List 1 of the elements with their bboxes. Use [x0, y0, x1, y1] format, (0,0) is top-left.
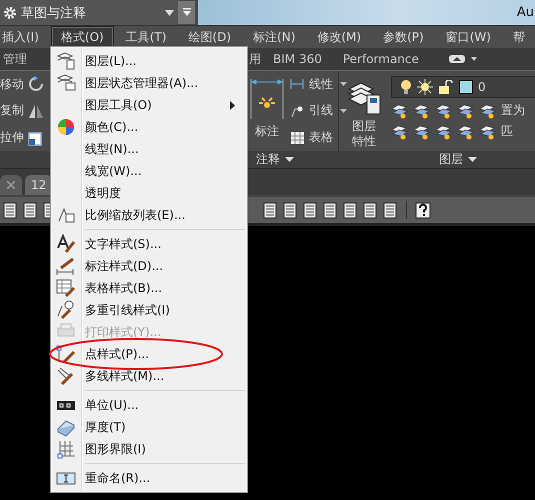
app-title: Au	[516, 5, 535, 20]
